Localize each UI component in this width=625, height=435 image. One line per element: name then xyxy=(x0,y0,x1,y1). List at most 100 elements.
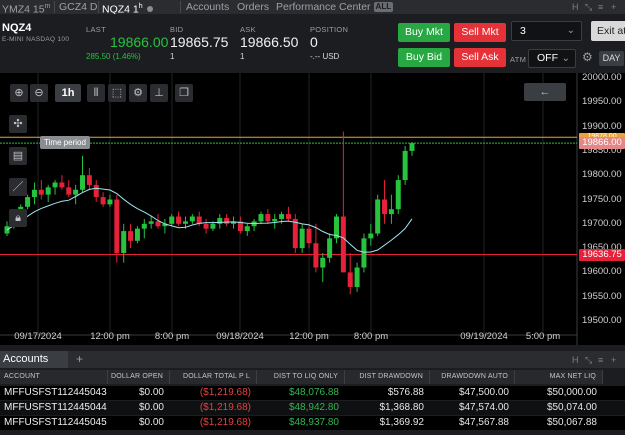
table-cell: $0.00 xyxy=(138,402,164,413)
candle-body xyxy=(128,231,134,241)
add-tab-icon[interactable]: + xyxy=(76,351,83,368)
chart-canvas[interactable] xyxy=(0,73,625,345)
tab-gcz4[interactable]: GCZ4 D xyxy=(59,0,98,14)
time-tick-label: 8:00 pm xyxy=(353,331,389,342)
maximize-icon[interactable]: H xyxy=(572,353,579,367)
tab-ymz4[interactable]: YMZ4 15m xyxy=(2,0,50,16)
candle-body xyxy=(313,243,319,268)
indicators-icon[interactable]: ⊥ xyxy=(150,84,168,102)
all-badge: ALL xyxy=(373,2,394,12)
price-line-tag: 19636.75 xyxy=(579,248,625,261)
tab-list-icon[interactable]: ≡ xyxy=(598,0,603,14)
column-header[interactable]: DRAWDOWN AUTO xyxy=(430,370,515,384)
candle-body xyxy=(347,272,353,287)
candle-body xyxy=(176,216,182,224)
time-period-button[interactable]: 1h xyxy=(55,84,81,102)
lock-icon[interactable]: 🔒︎ xyxy=(9,209,27,227)
exit-at-button[interactable]: Exit at xyxy=(591,21,625,41)
table-cell: ($1,219.68) xyxy=(199,387,251,398)
candle-body xyxy=(59,182,65,188)
position-value: 0 xyxy=(310,34,318,50)
tab-orders[interactable]: Orders xyxy=(237,0,269,14)
add-tab-icon[interactable]: + xyxy=(611,0,616,14)
tab-accounts[interactable]: Accounts xyxy=(186,0,229,14)
tab-close-dot-icon[interactable] xyxy=(146,5,153,12)
price-tick-label: 20000.00 xyxy=(582,72,622,83)
tab-divider xyxy=(98,1,99,13)
bid-label: BID xyxy=(170,25,184,34)
candle-body xyxy=(86,175,92,185)
price-tick-label: 19800.00 xyxy=(582,169,622,181)
table-row[interactable]: MFFUSFST112445044 $0.00 ($1,219.68) $48,942… xyxy=(0,401,625,415)
buy-bid-button[interactable]: Buy Bid xyxy=(398,48,450,67)
zoom-out-icon[interactable]: ⊖ xyxy=(30,84,48,102)
maximize-icon[interactable]: H xyxy=(572,0,579,14)
column-header[interactable]: MAX NET LIQ xyxy=(515,370,603,384)
back-arrow-icon[interactable]: ← xyxy=(524,83,566,101)
tab-list-icon[interactable]: ≡ xyxy=(598,353,603,367)
exchange-name: E-MINI NASDAQ 100 xyxy=(2,36,70,43)
table-cell: $1,369.92 xyxy=(379,417,425,428)
price-chart[interactable]: ⊕ ⊖ 1h ⫴ ⬚ ⚙ ⊥ ❐ ← ✣ ▤ ／ 🔒︎ Time period … xyxy=(0,72,625,345)
tab-divider xyxy=(180,1,181,13)
column-header[interactable]: ACCOUNT xyxy=(0,370,108,384)
candle-body xyxy=(66,187,72,195)
column-header[interactable]: DOLLAR TOTAL P L xyxy=(170,370,257,384)
candle-body xyxy=(340,216,346,273)
candle-body xyxy=(382,199,388,215)
tab-nqz4[interactable]: NQZ4 1h xyxy=(102,0,153,16)
add-tab-icon[interactable]: + xyxy=(611,353,616,367)
table-row[interactable]: MFFUSFST112445043 $0.00 ($1,219.68) $48,076… xyxy=(0,386,625,400)
sell-market-button[interactable]: Sell Mkt xyxy=(454,23,506,42)
tab-performance-center[interactable]: Performance Center ALL xyxy=(276,0,394,14)
arrows-icon[interactable]: ⤡ xyxy=(585,353,592,367)
candle-body xyxy=(148,221,154,224)
select-region-icon[interactable]: ⬚ xyxy=(108,84,126,102)
candle-body xyxy=(121,231,127,253)
candle-body xyxy=(73,189,79,195)
price-tick-label: 19950.00 xyxy=(582,96,622,108)
candle-body xyxy=(292,218,298,249)
candle-body xyxy=(224,217,230,224)
candle-body xyxy=(189,216,195,222)
gear-icon[interactable]: ⚙ xyxy=(582,50,593,64)
settings-icon[interactable]: ⚙ xyxy=(129,84,147,102)
candle-type-icon[interactable]: ⫴ xyxy=(87,84,105,102)
chevron-down-icon: ⌄ xyxy=(561,53,570,64)
draw-line-icon[interactable]: ／ xyxy=(9,178,27,196)
candle-body xyxy=(395,180,401,210)
templates-icon[interactable]: ❐ xyxy=(175,84,193,102)
table-cell: $0.00 xyxy=(138,417,164,428)
last-price: 19866.00 xyxy=(110,34,169,50)
column-header[interactable]: DIST DRAWDOWN xyxy=(345,370,430,384)
crosshair-icon[interactable]: ✣ xyxy=(9,115,27,133)
table-cell: MFFUSFST112445043 xyxy=(4,387,107,398)
atm-value: OFF xyxy=(537,52,558,64)
time-tick-label: 09/18/2024 xyxy=(216,331,264,342)
table-row[interactable]: MFFUSFST112445045 $0.00 ($1,219.68) $48,937… xyxy=(0,416,625,430)
time-in-force-button[interactable]: DAY xyxy=(599,51,624,66)
table-cell: $1,368.80 xyxy=(379,402,425,413)
column-header[interactable]: DOLLAR OPEN xyxy=(108,370,170,384)
candle-body xyxy=(210,223,216,229)
table-cell: $0.00 xyxy=(138,387,164,398)
accounts-tab[interactable]: Accounts xyxy=(0,351,68,368)
tab-divider xyxy=(54,1,55,13)
time-tick-label: 09/17/2024 xyxy=(14,331,62,342)
position-label: POSITION xyxy=(310,25,349,34)
notes-icon[interactable]: ▤ xyxy=(9,147,27,165)
table-cell: ($1,219.68) xyxy=(199,417,251,428)
price-tick-label: 19750.00 xyxy=(582,193,622,205)
buy-market-button[interactable]: Buy Mkt xyxy=(398,23,450,42)
bid-price: 19865.75 xyxy=(170,34,229,50)
zoom-in-icon[interactable]: ⊕ xyxy=(10,84,28,102)
sell-ask-button[interactable]: Sell Ask xyxy=(454,48,506,67)
column-header[interactable]: DIST TO LIQ ONLY xyxy=(257,370,345,384)
candle-body xyxy=(368,233,374,239)
atm-select[interactable]: OFF ⌄ xyxy=(528,49,576,68)
quantity-select[interactable]: 3 ⌄ xyxy=(511,21,582,41)
ask-price: 19866.50 xyxy=(240,34,299,50)
symbol[interactable]: NQZ4 xyxy=(2,22,31,34)
candle-body xyxy=(258,214,264,222)
arrows-icon[interactable]: ⤡ xyxy=(585,0,592,14)
